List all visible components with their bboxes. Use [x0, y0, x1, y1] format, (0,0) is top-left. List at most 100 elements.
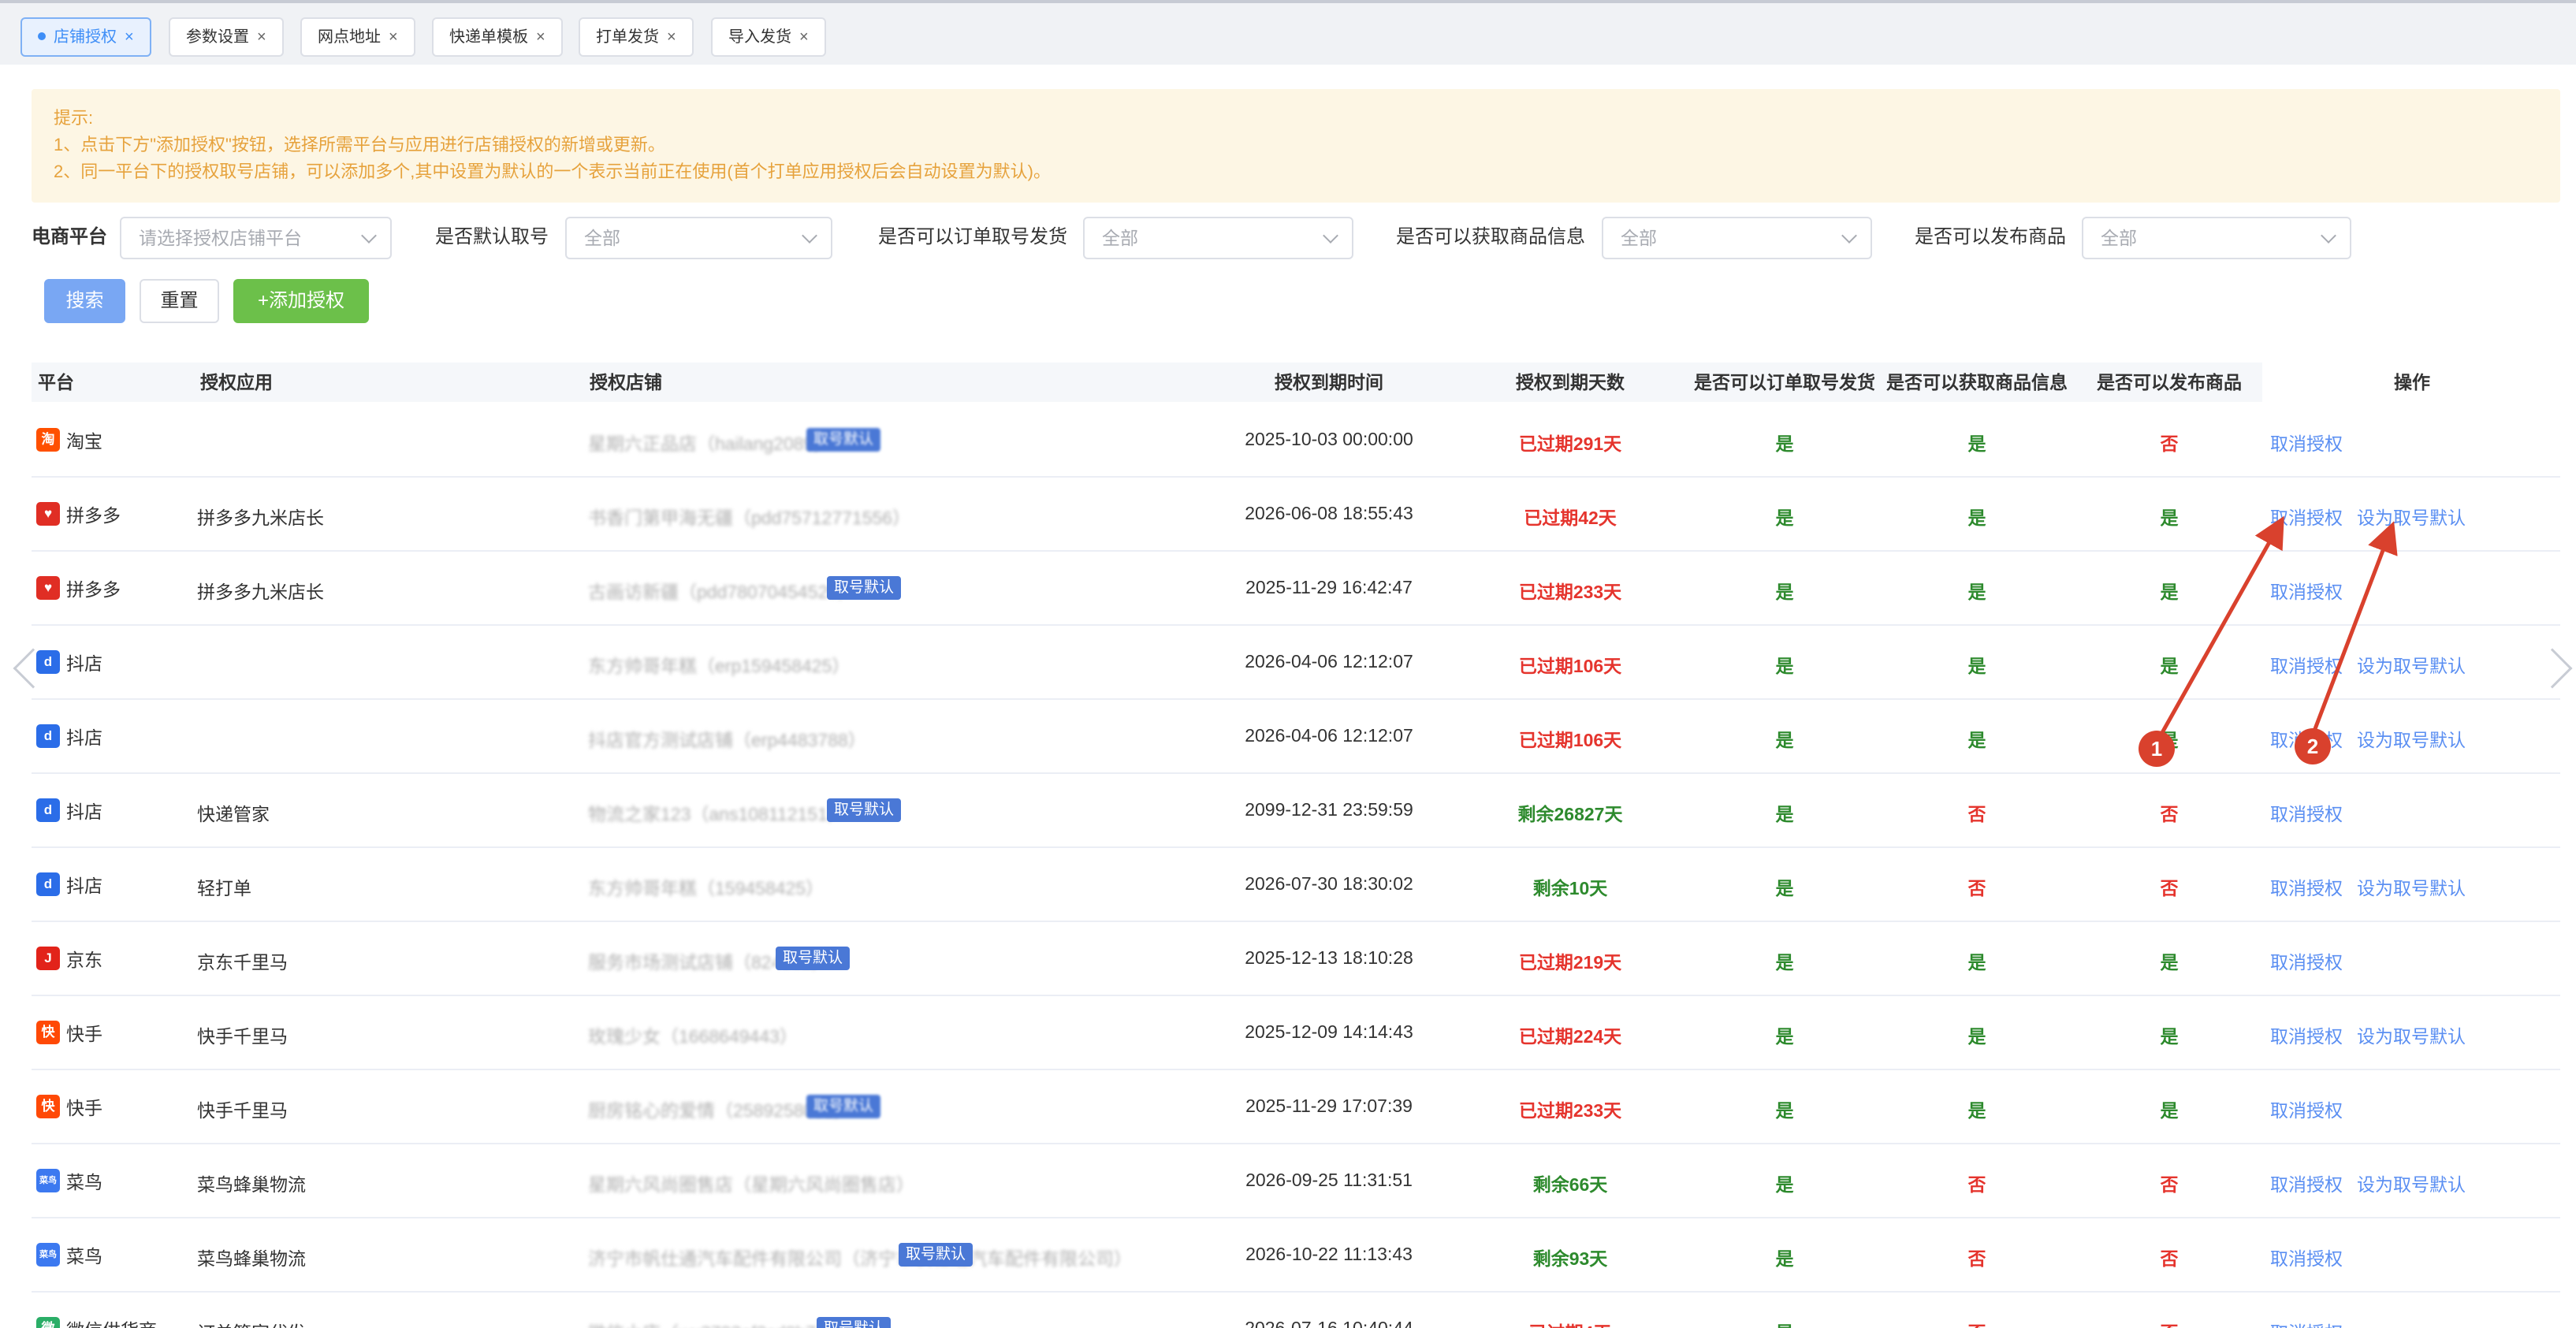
- tab-store-auth[interactable]: 店铺授权 ×: [20, 17, 151, 57]
- active-dot-icon: [38, 32, 46, 40]
- cancel-auth-link[interactable]: 取消授权: [2270, 1021, 2343, 1048]
- expire-days: 已过期42天: [1524, 508, 1617, 528]
- add-auth-button[interactable]: +添加授权: [233, 279, 369, 323]
- can-ship-value: 是: [1775, 1100, 1794, 1121]
- col-shop: 授权店铺: [590, 372, 662, 392]
- table-header: 平台 授权应用 授权店铺 授权到期时间 授权到期天数 是否可以订单取号发货 是否…: [32, 363, 2560, 402]
- table-row: J 京东 京东千里马 服务市场测试店铺（824082） 取号默认 2025-12…: [32, 922, 2560, 996]
- platform-icon: ♥: [36, 502, 60, 526]
- col-app: 授权应用: [200, 372, 273, 392]
- app-name: 快手千里马: [197, 1026, 288, 1047]
- cancel-auth-link[interactable]: 取消授权: [2270, 1096, 2343, 1122]
- expire-days: 剩余26827天: [1517, 804, 1623, 824]
- can-publish-value: 否: [2160, 433, 2179, 454]
- set-default-link[interactable]: 设为取号默认: [2357, 873, 2466, 900]
- can-ship-value: 是: [1775, 804, 1794, 824]
- expire-time: 2026-07-16 10:40:44: [1245, 1318, 1413, 1328]
- expire-days: 剩余10天: [1532, 878, 1608, 898]
- expire-time: 2025-12-13 18:10:28: [1245, 947, 1413, 968]
- cancel-auth-link[interactable]: 取消授权: [2270, 799, 2343, 826]
- can-ship-value: 是: [1775, 1248, 1794, 1269]
- ship-select[interactable]: 全部: [1083, 217, 1353, 259]
- ship-select-value: 全部: [1102, 228, 1138, 248]
- can-ship-value: 是: [1775, 582, 1794, 602]
- cancel-auth-link[interactable]: 取消授权: [2270, 1318, 2343, 1328]
- tab-bar: 店铺授权 × 参数设置 × 网点地址 × 快递单模板 × 打单发货 × 导入发货 ×: [0, 0, 2576, 65]
- notice-line-2: 2、同一平台下的授权取号店铺，可以添加多个,其中设置为默认的一个表示当前正在使用…: [54, 162, 1052, 181]
- platform-name: 抖店: [66, 802, 102, 822]
- cancel-auth-link[interactable]: 取消授权: [2270, 1244, 2343, 1270]
- table-row: ♥ 拼多多 拼多多九米店长 古画访新疆（pdd78070454520） 取号默认…: [32, 552, 2560, 626]
- platform-name: 微信供货商: [66, 1315, 157, 1328]
- can-ship-value: 是: [1775, 878, 1794, 898]
- app-name: 菜鸟蜂巢物流: [197, 1248, 306, 1269]
- default-badge: 取号默认: [899, 1243, 973, 1267]
- table-row: 菜鸟 菜鸟 菜鸟蜂巢物流 星期六风尚圈售店（星期六风尚圈售店） 2026-09-…: [32, 1144, 2560, 1218]
- publish-filter-label: 是否可以发布商品: [1915, 226, 2066, 247]
- expire-days: 已过期106天: [1518, 730, 1622, 750]
- platform-name: 拼多多: [66, 505, 121, 526]
- table-row: d 抖店 东方帅哥年糕（erp159458425） 2026-04-06 12:…: [32, 626, 2560, 700]
- shop-name: 东方帅哥年糕（erp159458425）: [588, 656, 851, 676]
- goods-select-value: 全部: [1621, 228, 1657, 248]
- cancel-auth-link[interactable]: 取消授权: [2270, 651, 2343, 678]
- can-ship-value: 是: [1775, 433, 1794, 454]
- cancel-auth-link[interactable]: 取消授权: [2270, 429, 2343, 456]
- platform-cell: J 京东: [36, 945, 102, 972]
- set-default-link[interactable]: 设为取号默认: [2357, 725, 2466, 752]
- goods-select[interactable]: 全部: [1602, 217, 1872, 259]
- set-default-link[interactable]: 设为取号默认: [2357, 1170, 2466, 1196]
- close-icon[interactable]: ×: [257, 19, 266, 55]
- platform-cell: 菜鸟 菜鸟: [36, 1167, 102, 1194]
- default-badge: 取号默认: [827, 798, 902, 822]
- tab-import-ship[interactable]: 导入发货 ×: [711, 17, 826, 57]
- tab-print-ship[interactable]: 打单发货 ×: [579, 17, 694, 57]
- can-publish-value: 是: [2160, 1100, 2179, 1121]
- expire-time: 2026-04-06 12:12:07: [1245, 725, 1413, 746]
- set-default-link[interactable]: 设为取号默认: [2357, 503, 2466, 530]
- platform-icon: d: [36, 724, 60, 748]
- table-row: 快 快手 快手千里马 厨房铭心的爱情（2589258001） 取号默认 2025…: [32, 1070, 2560, 1144]
- platform-name: 菜鸟: [66, 1172, 102, 1192]
- search-button[interactable]: 搜索: [44, 279, 125, 323]
- tab-outlet-address[interactable]: 网点地址 ×: [300, 17, 415, 57]
- can-publish-value: 否: [2160, 1248, 2179, 1269]
- can-ship-value: 是: [1775, 656, 1794, 676]
- cancel-auth-link[interactable]: 取消授权: [2270, 577, 2343, 604]
- expire-time: 2026-10-22 11:13:43: [1245, 1244, 1413, 1264]
- publish-select-value: 全部: [2101, 228, 2137, 248]
- expire-time: 2026-06-08 18:55:43: [1245, 503, 1413, 523]
- cancel-auth-link[interactable]: 取消授权: [2270, 873, 2343, 900]
- close-icon[interactable]: ×: [667, 19, 676, 55]
- platform-icon: 快: [36, 1021, 60, 1044]
- platform-select[interactable]: 请选择授权店铺平台: [120, 217, 392, 259]
- tab-params[interactable]: 参数设置 ×: [169, 17, 284, 57]
- close-icon[interactable]: ×: [125, 19, 134, 55]
- reset-button[interactable]: 重置: [140, 279, 219, 323]
- chevron-down-icon: [802, 228, 817, 244]
- shop-name: 抖店官方测试店铺（erp4483788）: [588, 730, 866, 750]
- cancel-auth-link[interactable]: 取消授权: [2270, 947, 2343, 974]
- app-name: 订单管家代发: [197, 1318, 306, 1328]
- can-ship-value: 是: [1775, 1026, 1794, 1047]
- annotation-marker-2: 2: [2295, 728, 2331, 764]
- expire-days: 已过期106天: [1518, 656, 1622, 676]
- close-icon[interactable]: ×: [799, 19, 809, 55]
- set-default-link[interactable]: 设为取号默认: [2357, 651, 2466, 678]
- tab-express-template[interactable]: 快递单模板 ×: [432, 17, 563, 57]
- close-icon[interactable]: ×: [536, 19, 545, 55]
- can-goods-value: 否: [1967, 1174, 1986, 1195]
- can-ship-value: 是: [1776, 1318, 1794, 1328]
- default-select[interactable]: 全部: [565, 217, 832, 259]
- table-row: d 抖店 快递管家 物流之家123（ans108112151） 取号默认 209…: [32, 774, 2560, 848]
- platform-name: 快手: [66, 1024, 102, 1044]
- platform-name: 快手: [66, 1098, 102, 1118]
- platform-icon: ♥: [36, 576, 60, 600]
- close-icon[interactable]: ×: [389, 19, 398, 55]
- cancel-auth-link[interactable]: 取消授权: [2270, 1170, 2343, 1196]
- platform-name: 抖店: [66, 727, 102, 748]
- publish-select[interactable]: 全部: [2082, 217, 2351, 259]
- set-default-link[interactable]: 设为取号默认: [2357, 1021, 2466, 1048]
- cancel-auth-link[interactable]: 取消授权: [2270, 503, 2343, 530]
- can-goods-value: 否: [1967, 1248, 1986, 1269]
